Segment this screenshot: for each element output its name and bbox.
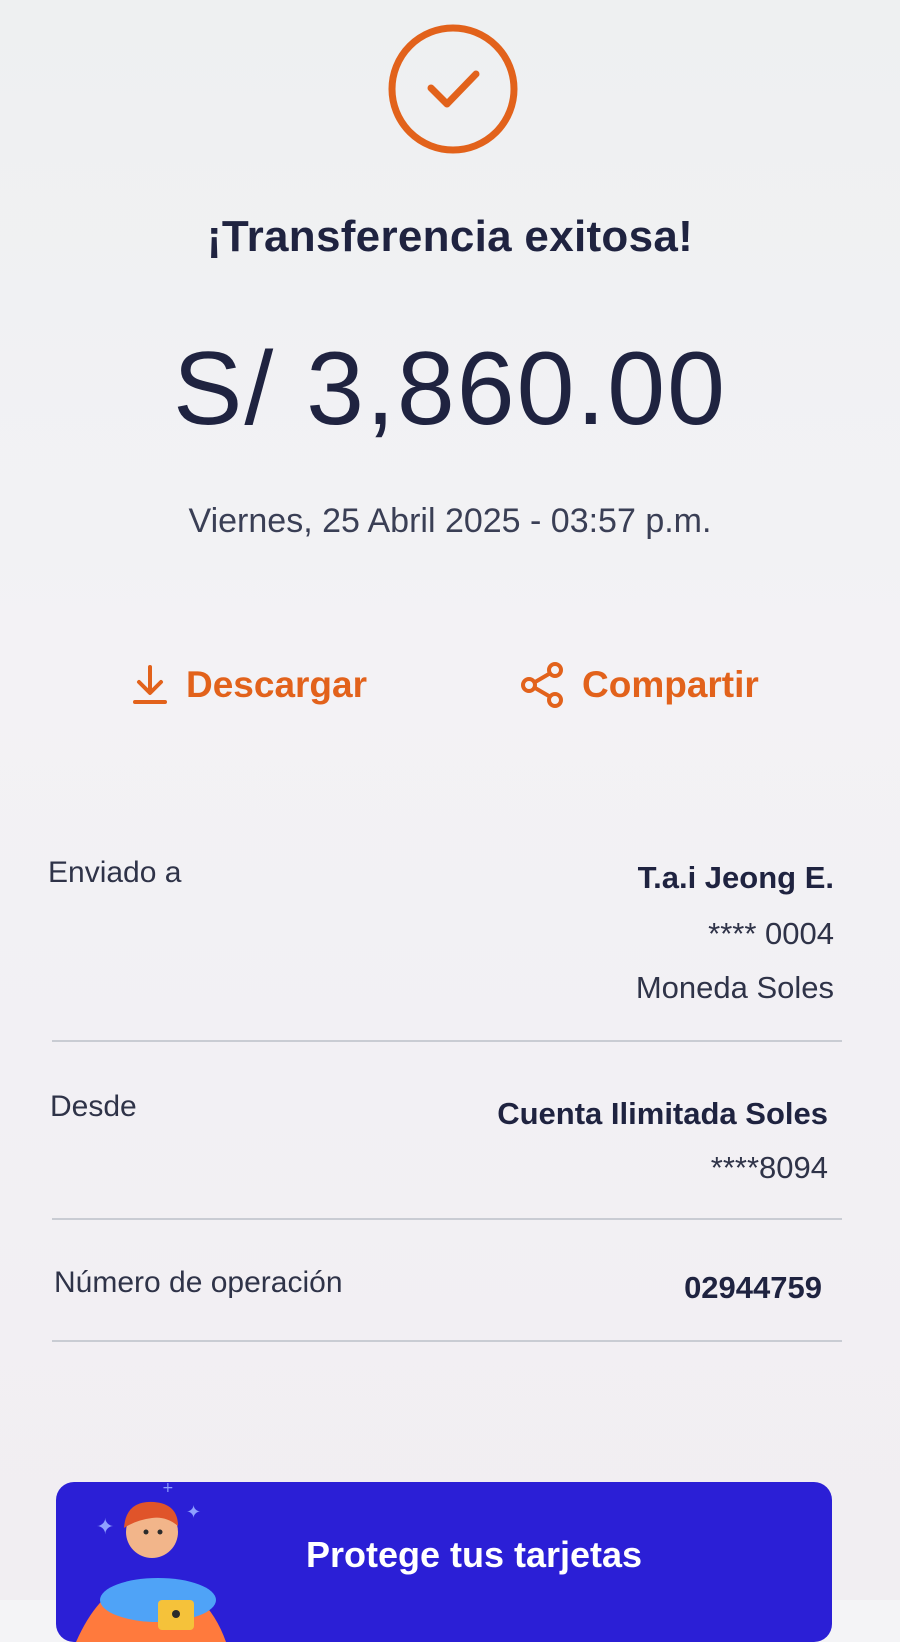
transfer-receipt-screen: ¡Transferencia exitosa! S/ 3,860.00 Vier… [0, 0, 900, 1642]
recipient-name: T.a.i Jeong E. [637, 860, 834, 895]
transfer-amount: S/ 3,860.00 [173, 331, 727, 447]
check-circle-icon [386, 22, 520, 156]
from-label: Desde [50, 1090, 137, 1123]
divider [52, 1040, 842, 1042]
download-label: Descargar [186, 664, 368, 705]
download-icon [132, 664, 168, 706]
divider [52, 1218, 842, 1220]
operation-number-label: Número de operación [54, 1266, 343, 1299]
sent-to-label: Enviado a [48, 856, 182, 889]
share-label: Compartir [582, 664, 759, 705]
source-account-name: Cuenta Ilimitada Soles [497, 1096, 828, 1131]
operation-number: 02944759 [684, 1270, 822, 1305]
promo-title: Protege tus tarjetas [305, 1534, 643, 1575]
source-account-number: ****8094 [710, 1150, 828, 1185]
recipient-currency: Moneda Soles [635, 970, 834, 1005]
share-icon [520, 662, 564, 708]
svg-text:✦: ✦ [186, 1502, 201, 1523]
share-button[interactable]: Compartir [520, 660, 759, 710]
divider [52, 1340, 842, 1342]
page-title: ¡Transferencia exitosa! [206, 212, 694, 261]
recipient-account: **** 0004 [708, 916, 834, 951]
transfer-datetime: Viernes, 25 Abril 2025 - 03:57 p.m. [188, 502, 712, 540]
promo-banner[interactable]: ✦ ✦ + Protege tus tarjetas [56, 1482, 832, 1642]
download-button[interactable]: Descargar [132, 660, 367, 710]
svg-text:+: + [162, 1482, 174, 1496]
